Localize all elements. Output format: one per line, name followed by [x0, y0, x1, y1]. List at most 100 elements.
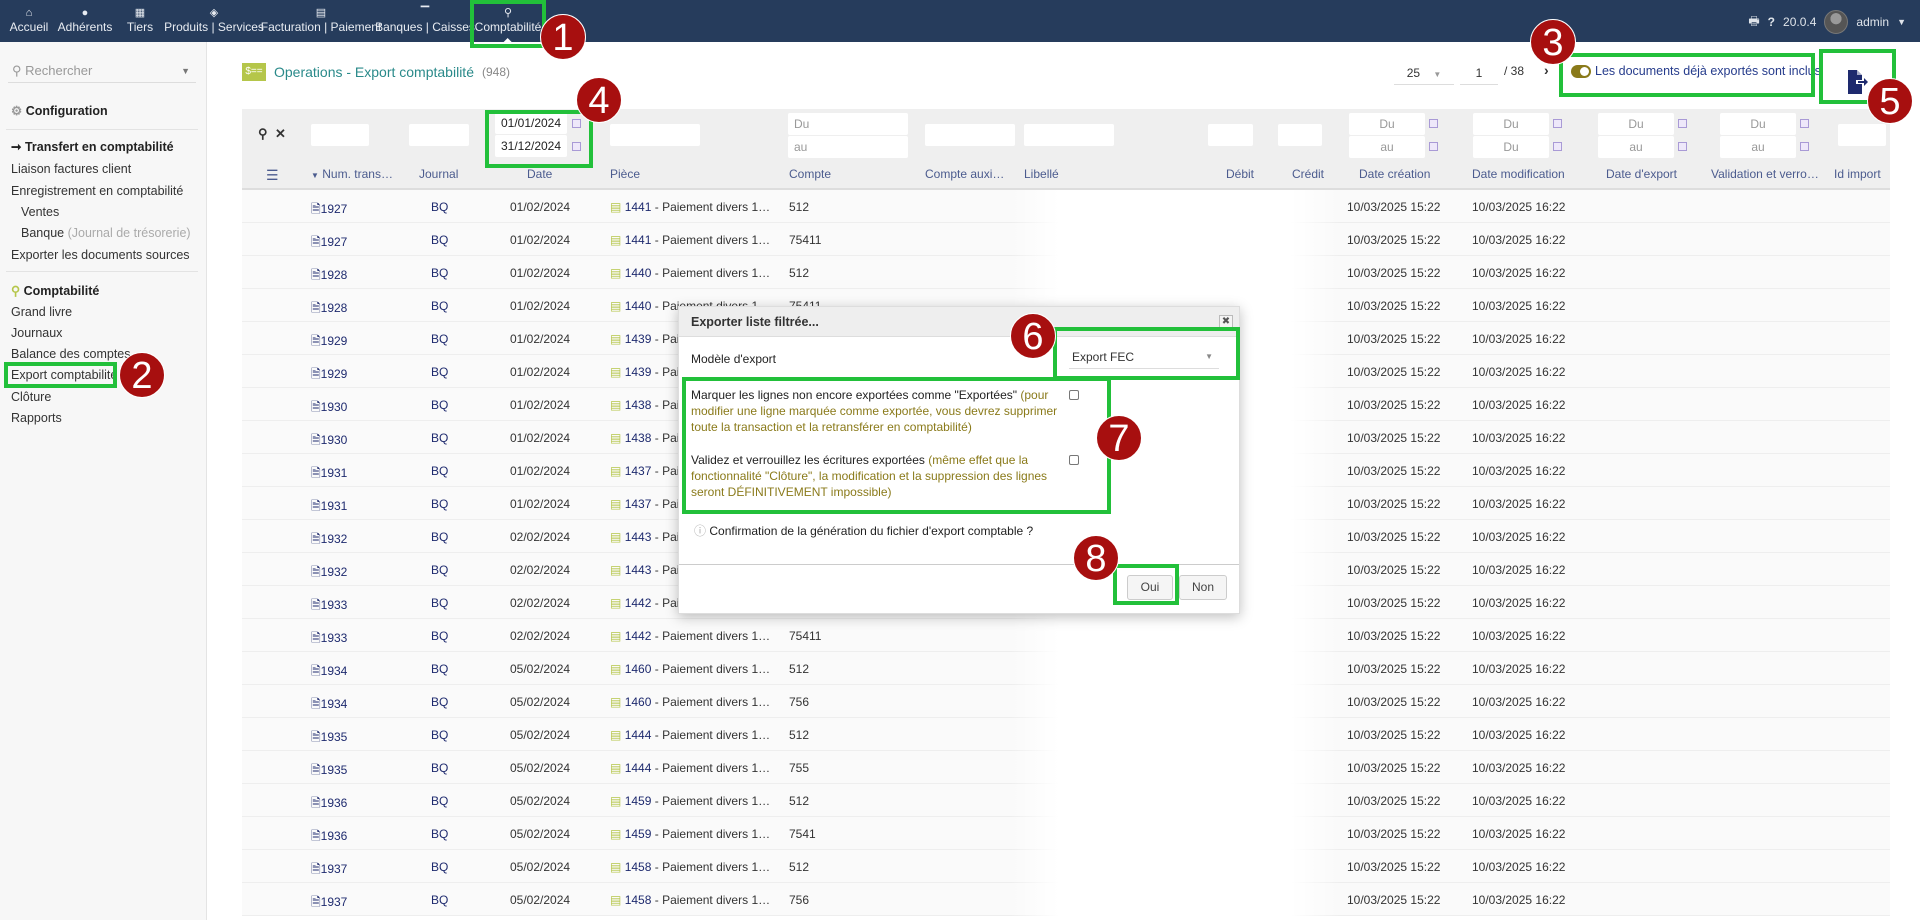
- column-header[interactable]: Compte: [789, 167, 831, 181]
- calendar-icon[interactable]: [1429, 142, 1438, 151]
- transaction-link[interactable]: 🗎1930: [311, 398, 347, 419]
- journal-cell[interactable]: BQ: [431, 860, 448, 874]
- column-header[interactable]: Journal: [419, 167, 458, 181]
- transaction-link[interactable]: 🗎1928: [311, 299, 347, 320]
- piece-cell[interactable]: ▤ 1442 - Pai: [610, 596, 679, 610]
- column-header[interactable]: Id import: [1834, 167, 1881, 181]
- nav-item-4[interactable]: ▤ Facturation | Paiement: [261, 6, 382, 34]
- column-header[interactable]: Date: [527, 167, 552, 181]
- journal-cell[interactable]: BQ: [431, 596, 448, 610]
- journal-cell[interactable]: BQ: [431, 629, 448, 643]
- date-range-to[interactable]: au: [1349, 136, 1425, 158]
- sidebar-item-rapports[interactable]: Rapports: [11, 411, 62, 425]
- date-range-to[interactable]: Du: [1473, 136, 1549, 158]
- transaction-link[interactable]: 🗎1933: [311, 596, 347, 617]
- sidebar-item-cloture[interactable]: Clôture: [11, 390, 51, 404]
- journal-cell[interactable]: BQ: [431, 893, 448, 907]
- column-header[interactable]: Date modification: [1472, 167, 1565, 181]
- piece-cell[interactable]: ▤ 1460 - Paiement divers 1…: [610, 662, 770, 676]
- calendar-icon[interactable]: [1553, 119, 1562, 128]
- journal-cell[interactable]: BQ: [431, 332, 448, 346]
- column-header[interactable]: Date d'export: [1606, 167, 1677, 181]
- print-icon[interactable]: 🖶: [1748, 12, 1759, 33]
- transaction-link[interactable]: 🗎1929: [311, 332, 347, 353]
- sidebar-item-balance[interactable]: Balance des comptes: [11, 347, 131, 361]
- sidebar-item-comptabilite[interactable]: ⚲ Comptabilité: [11, 283, 99, 298]
- piece-cell[interactable]: ▤ 1437 - Pai: [610, 497, 679, 511]
- journal-cell[interactable]: BQ: [431, 365, 448, 379]
- sidebar-item-grand-livre[interactable]: Grand livre: [11, 305, 72, 319]
- journal-cell[interactable]: BQ: [431, 662, 448, 676]
- journal-cell[interactable]: BQ: [431, 233, 448, 247]
- transaction-link[interactable]: 🗎1937: [311, 860, 347, 881]
- transaction-link[interactable]: 🗎1934: [311, 695, 347, 716]
- calendar-icon[interactable]: [1800, 119, 1809, 128]
- column-header[interactable]: Pièce: [610, 167, 640, 181]
- search-input[interactable]: ⚲ Rechercher ▼: [8, 59, 196, 83]
- piece-cell[interactable]: ▤ 1458 - Paiement divers 1…: [610, 860, 770, 874]
- piece-cell[interactable]: ▤ 1439 - Pai: [610, 332, 679, 346]
- nav-item-5[interactable]: ▔ Banques | Caisses: [375, 6, 475, 34]
- date-range-from[interactable]: Du: [1598, 113, 1674, 135]
- compte-to-select[interactable]: au: [788, 136, 908, 158]
- piece-cell[interactable]: ▤ 1440 - Paiement divers 1…: [610, 266, 770, 280]
- journal-cell[interactable]: BQ: [431, 497, 448, 511]
- filter-input[interactable]: [1208, 124, 1253, 146]
- calendar-icon[interactable]: [1678, 119, 1687, 128]
- transaction-link[interactable]: 🗎1937: [311, 893, 347, 914]
- chevron-down-icon[interactable]: ▼: [1897, 17, 1906, 27]
- no-button[interactable]: Non: [1179, 575, 1227, 600]
- transaction-link[interactable]: 🗎1927: [311, 233, 347, 254]
- journal-cell[interactable]: BQ: [431, 761, 448, 775]
- nav-item-2[interactable]: ▦ Tiers: [127, 6, 153, 34]
- filter-input[interactable]: [610, 124, 700, 146]
- column-header[interactable]: Date création: [1359, 167, 1430, 181]
- piece-cell[interactable]: ▤ 1460 - Paiement divers 1…: [610, 695, 770, 709]
- piece-cell[interactable]: ▤ 1437 - Pai: [610, 464, 679, 478]
- help-icon[interactable]: ?: [1768, 15, 1775, 29]
- page-input[interactable]: 1: [1460, 63, 1498, 85]
- calendar-icon[interactable]: [1553, 142, 1562, 151]
- transaction-link[interactable]: 🗎1932: [311, 563, 347, 584]
- column-selector-icon[interactable]: ☰: [266, 167, 279, 184]
- sidebar-item-transfer[interactable]: ➞ Transfert en comptabilité: [11, 139, 174, 154]
- journal-cell[interactable]: BQ: [431, 827, 448, 841]
- column-header[interactable]: Compte auxi…: [925, 167, 1004, 181]
- column-header[interactable]: Crédit: [1292, 167, 1324, 181]
- sidebar-item-configuration[interactable]: ⚙ Configuration: [11, 103, 108, 118]
- date-range-to[interactable]: au: [1720, 136, 1796, 158]
- filter-clear-icon[interactable]: ✕: [275, 126, 286, 142]
- piece-cell[interactable]: ▤ 1442 - Paiement divers 1…: [610, 629, 770, 643]
- per-page-select[interactable]: 25 ▼: [1394, 63, 1454, 85]
- transaction-link[interactable]: 🗎1928: [311, 266, 347, 287]
- sort-desc-icon[interactable]: ▼: [311, 171, 319, 180]
- piece-cell[interactable]: ▤ 1458 - Paiement divers 1…: [610, 893, 770, 907]
- transaction-link[interactable]: 🗎1935: [311, 728, 347, 749]
- piece-cell[interactable]: ▤ 1439 - Pai: [610, 365, 679, 379]
- compte-from-select[interactable]: Du: [788, 113, 908, 135]
- sidebar-item-liaison[interactable]: Liaison factures client: [11, 162, 131, 176]
- calendar-icon[interactable]: [1800, 142, 1809, 151]
- journal-cell[interactable]: BQ: [431, 266, 448, 280]
- transaction-link[interactable]: 🗎1934: [311, 662, 347, 683]
- piece-cell[interactable]: ▤ 1459 - Paiement divers 1…: [610, 827, 770, 841]
- user-menu[interactable]: admin: [1856, 15, 1889, 29]
- piece-cell[interactable]: ▤ 1444 - Paiement divers 1…: [610, 761, 770, 775]
- nav-item-0[interactable]: ⌂ Accueil: [10, 6, 49, 34]
- column-header[interactable]: Validation et verro…: [1711, 167, 1819, 181]
- calendar-icon[interactable]: [1678, 142, 1687, 151]
- filter-input[interactable]: [925, 124, 1015, 146]
- piece-cell[interactable]: ▤ 1444 - Paiement divers 1…: [610, 728, 770, 742]
- transaction-link[interactable]: 🗎1931: [311, 464, 347, 485]
- piece-cell[interactable]: ▤ 1443 - Pai: [610, 563, 679, 577]
- journal-cell[interactable]: BQ: [431, 398, 448, 412]
- journal-cell[interactable]: BQ: [431, 431, 448, 445]
- column-header[interactable]: Libellé: [1024, 167, 1059, 181]
- calendar-icon[interactable]: [1429, 119, 1438, 128]
- sidebar-item-exporter-docs[interactable]: Exporter les documents sources: [11, 248, 190, 262]
- transaction-link[interactable]: 🗎1931: [311, 497, 347, 518]
- journal-cell[interactable]: BQ: [431, 695, 448, 709]
- avatar[interactable]: [1824, 10, 1849, 34]
- filter-search-icon[interactable]: ⚲: [258, 126, 268, 142]
- nav-item-1[interactable]: ● Adhérents: [58, 6, 113, 34]
